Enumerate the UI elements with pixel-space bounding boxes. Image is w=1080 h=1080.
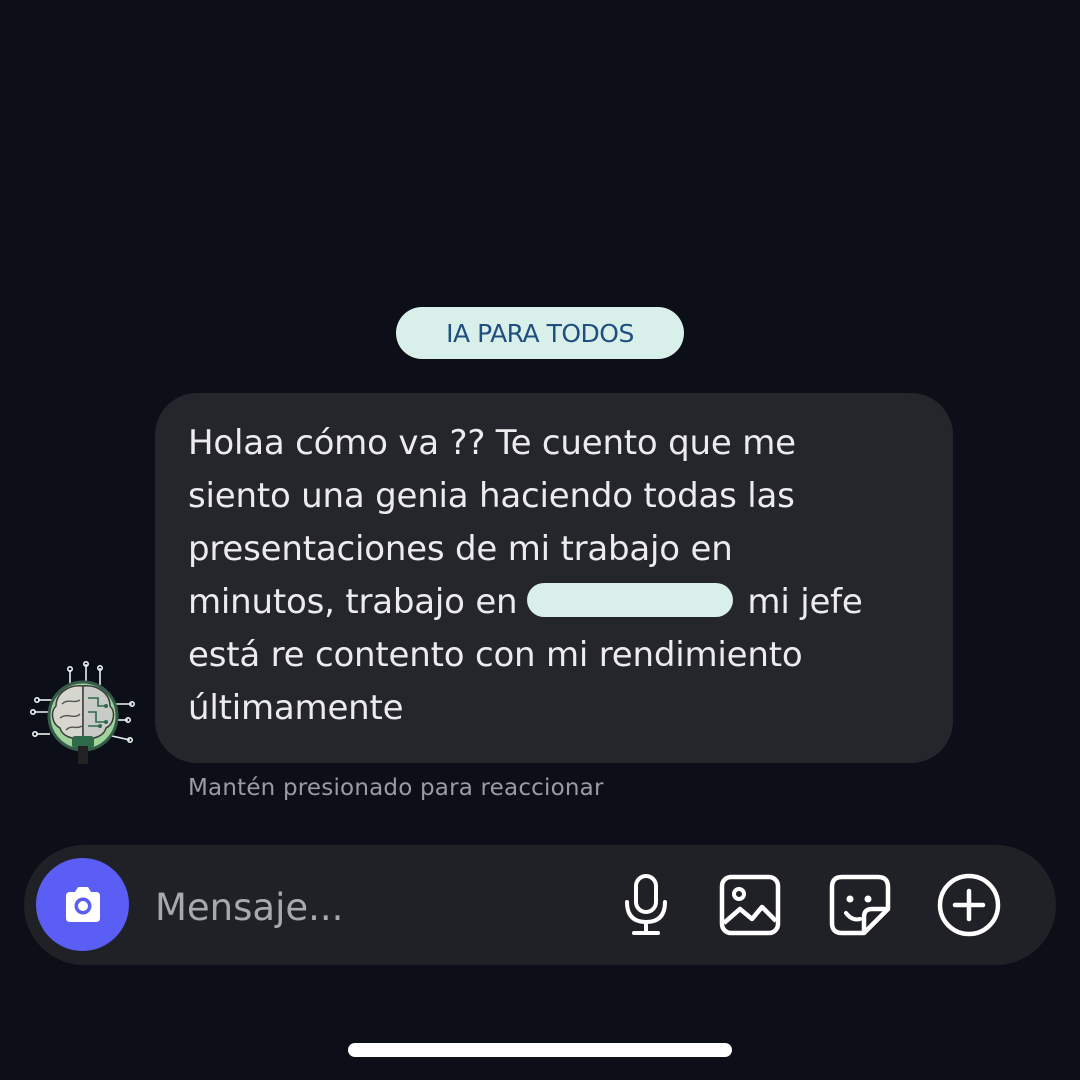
sticker-icon	[829, 874, 891, 936]
message-text-fragment: mi jefe	[747, 582, 863, 622]
reaction-hint: Mantén presionado para reaccionar	[188, 775, 604, 801]
message-line: está re contento con mi rendimiento	[188, 635, 803, 675]
message-input[interactable]	[155, 877, 575, 937]
message-line: siento una genia haciendo todas las	[188, 476, 795, 516]
message-bubble[interactable]: Holaa cómo va ?? Te cuento que me siento…	[155, 393, 953, 763]
sender-avatar[interactable]	[28, 660, 138, 770]
brand-tag: IA PARA TODOS	[396, 307, 684, 359]
camera-button[interactable]	[36, 858, 129, 951]
plus-circle-icon	[937, 873, 1001, 937]
brain-circuit-logo-icon	[29, 660, 136, 764]
home-indicator[interactable]	[348, 1043, 732, 1057]
sticker-button[interactable]	[825, 870, 895, 940]
add-button[interactable]	[934, 870, 1004, 940]
microphone-button[interactable]	[611, 870, 681, 940]
camera-icon	[65, 886, 100, 922]
message-line-redacted: minutos, trabajo en mi jefe	[188, 576, 923, 629]
redaction-bar	[527, 583, 734, 617]
microphone-icon	[625, 874, 667, 935]
gallery-button[interactable]	[715, 870, 785, 940]
message-line: últimamente	[188, 688, 404, 728]
gallery-icon	[719, 874, 781, 936]
message-text-fragment: minutos, trabajo en	[188, 582, 518, 622]
message-line: presentaciones de mi trabajo en	[188, 529, 733, 569]
message-line: Holaa cómo va ?? Te cuento que me	[188, 423, 796, 463]
